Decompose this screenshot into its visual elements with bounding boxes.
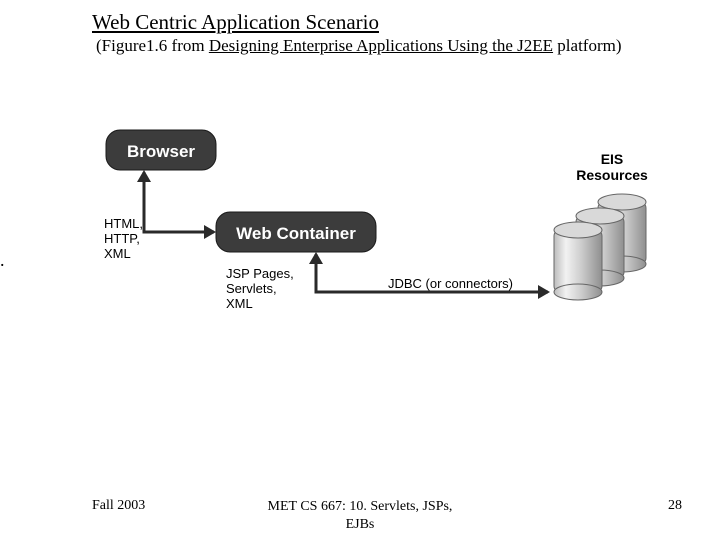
label: Servlets, [226, 281, 277, 296]
eis-label-line2: Resources [576, 167, 648, 183]
label: HTTP, [104, 231, 140, 246]
footer-center-line1: MET CS 667: 10. Servlets, JSPs, [268, 499, 453, 514]
web-container-node: Web Container [216, 212, 376, 252]
stray-bullet: . [0, 250, 5, 271]
web-container-label: Web Container [236, 224, 356, 243]
caption-suffix: platform) [553, 36, 621, 55]
architecture-diagram: Browser Web Container EIS Resources [96, 120, 656, 350]
page-title: Web Centric Application Scenario [92, 10, 379, 35]
protocol-labels: HTML, HTTP, XML [104, 216, 143, 261]
label: XML [226, 296, 253, 311]
eis-resources: EIS Resources [554, 151, 648, 300]
arrow-browser-web [137, 170, 216, 239]
caption-prefix: (Figure1.6 from [96, 36, 209, 55]
eis-label-line1: EIS [601, 151, 624, 167]
label: JSP Pages, [226, 266, 294, 281]
jdbc-label: JDBC (or connectors) [388, 276, 513, 291]
label: HTML, [104, 216, 143, 231]
browser-node: Browser [106, 130, 216, 170]
footer-center: MET CS 667: 10. Servlets, JSPs, EJBs [0, 498, 720, 533]
slide: Web Centric Application Scenario (Figure… [0, 0, 720, 540]
page-number: 28 [668, 498, 682, 514]
cylinder-icon [554, 222, 602, 300]
figure-caption: (Figure1.6 from Designing Enterprise App… [96, 36, 622, 56]
caption-link: Designing Enterprise Applications Using … [209, 36, 553, 55]
label: XML [104, 246, 131, 261]
webtech-labels: JSP Pages, Servlets, XML [226, 266, 294, 311]
footer-center-line2: EJBs [346, 517, 375, 532]
browser-label: Browser [127, 142, 195, 161]
